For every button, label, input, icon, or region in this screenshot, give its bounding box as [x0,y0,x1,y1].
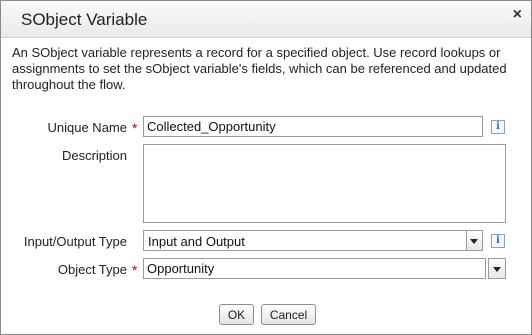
dialog-title: SObject Variable [21,10,148,29]
object-type-input[interactable] [143,258,486,279]
unique-name-label: Unique Name [47,120,128,135]
unique-name-input[interactable] [143,116,483,137]
sobject-variable-dialog: SObject Variable × An SObject variable r… [0,0,532,335]
io-type-select[interactable]: Input and Output [143,230,483,251]
chevron-down-icon[interactable] [466,231,482,250]
io-type-selected-value: Input and Output [148,234,245,249]
dialog-description: An SObject variable represents a record … [12,45,507,92]
description-label: Description [61,148,127,163]
description-textarea[interactable] [143,144,506,223]
ok-button[interactable]: OK [219,304,254,325]
dialog-header: SObject Variable × [1,1,531,38]
object-type-label: Object Type [57,262,127,277]
close-icon[interactable]: × [513,7,522,23]
io-type-info-icon[interactable]: i [491,234,505,248]
cancel-button[interactable]: Cancel [261,304,316,325]
unique-name-info-icon[interactable]: i [491,120,505,134]
unique-name-required-icon: * [132,120,138,136]
object-type-dropdown-icon[interactable] [488,258,506,279]
object-type-required-icon: * [132,262,138,278]
io-type-label: Input/Output Type [23,234,127,249]
